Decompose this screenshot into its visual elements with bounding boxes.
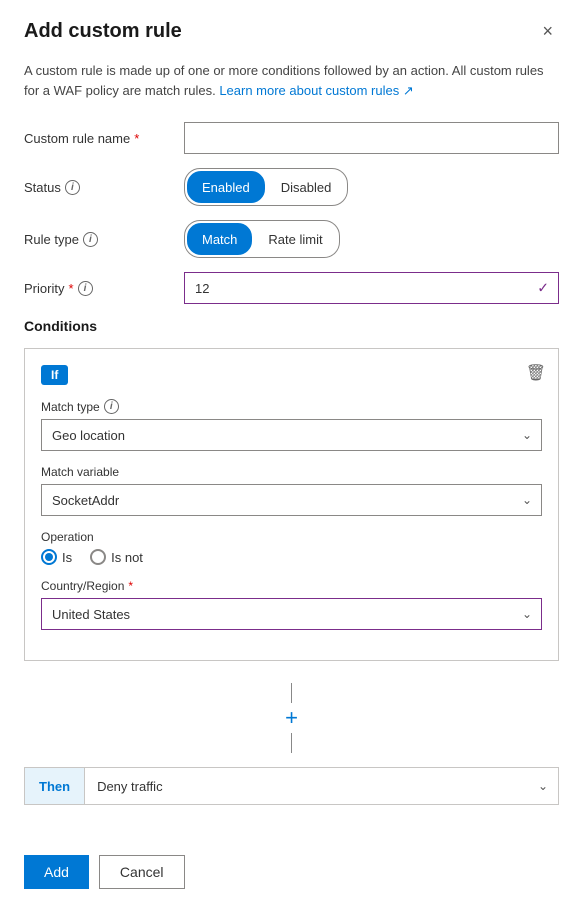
match-type-info-icon[interactable]: i bbox=[104, 399, 119, 414]
priority-input-wrap: ✓ bbox=[184, 272, 559, 304]
match-type-group: Match type i Geo location IP address HTT… bbox=[41, 399, 542, 451]
then-badge: Then bbox=[25, 768, 85, 804]
custom-rule-name-control bbox=[184, 122, 559, 154]
condition-box: If 🗑 Match type i Geo location IP addres… bbox=[24, 348, 559, 661]
priority-check-icon: ✓ bbox=[537, 280, 549, 297]
match-variable-select-wrap: SocketAddr RemoteAddr ⌄ bbox=[41, 484, 542, 516]
external-link-icon: ↗ bbox=[403, 83, 414, 98]
match-variable-select[interactable]: SocketAddr RemoteAddr bbox=[41, 484, 542, 516]
priority-control: ✓ bbox=[184, 272, 559, 304]
dialog-title: Add custom rule bbox=[24, 20, 182, 43]
learn-more-link[interactable]: Learn more about custom rules ↗ bbox=[219, 83, 413, 98]
operation-is-not-radio[interactable] bbox=[90, 549, 106, 565]
country-region-select-wrap: United States Canada United Kingdom ⌄ bbox=[41, 598, 542, 630]
connector-line-bottom bbox=[291, 733, 292, 753]
conditions-section-title: Conditions bbox=[24, 318, 559, 334]
add-button[interactable]: Add bbox=[24, 855, 89, 889]
custom-rule-name-row: Custom rule name * bbox=[24, 122, 559, 154]
then-action-select[interactable]: Deny traffic Allow traffic Log bbox=[85, 768, 558, 804]
rule-type-match-button[interactable]: Match bbox=[187, 223, 252, 255]
custom-rule-name-label: Custom rule name * bbox=[24, 131, 184, 146]
description-text: A custom rule is made up of one or more … bbox=[24, 61, 559, 100]
operation-is-not-option[interactable]: Is not bbox=[90, 549, 143, 565]
match-type-label: Match type i bbox=[41, 399, 542, 414]
rule-type-info-icon[interactable]: i bbox=[83, 232, 98, 247]
status-row: Status i Enabled Disabled bbox=[24, 168, 559, 206]
if-badge: If bbox=[41, 365, 68, 385]
match-type-select-wrap: Geo location IP address HTTP header HTTP… bbox=[41, 419, 542, 451]
country-region-select[interactable]: United States Canada United Kingdom bbox=[41, 598, 542, 630]
priority-row: Priority * i ✓ bbox=[24, 272, 559, 304]
country-region-group: Country/Region * United States Canada Un… bbox=[41, 579, 542, 630]
country-region-label: Country/Region * bbox=[41, 579, 542, 593]
connector-area: + bbox=[24, 673, 559, 763]
operation-group: Operation Is Is not bbox=[41, 530, 542, 565]
add-custom-rule-dialog: Add custom rule × A custom rule is made … bbox=[0, 0, 583, 913]
operation-is-option[interactable]: Is bbox=[41, 549, 72, 565]
rule-type-row: Rule type i Match Rate limit bbox=[24, 220, 559, 258]
status-toggle-group: Enabled Disabled bbox=[184, 168, 348, 206]
country-region-required: * bbox=[128, 579, 133, 593]
status-enabled-button[interactable]: Enabled bbox=[187, 171, 265, 203]
priority-label: Priority * i bbox=[24, 281, 184, 296]
cancel-button[interactable]: Cancel bbox=[99, 855, 185, 889]
priority-info-icon[interactable]: i bbox=[78, 281, 93, 296]
status-control: Enabled Disabled bbox=[184, 168, 559, 206]
priority-required: * bbox=[68, 281, 73, 296]
status-disabled-button[interactable]: Disabled bbox=[267, 171, 346, 203]
rule-type-toggle-group: Match Rate limit bbox=[184, 220, 340, 258]
rule-type-label: Rule type i bbox=[24, 232, 184, 247]
priority-input[interactable] bbox=[184, 272, 559, 304]
then-row: Then Deny traffic Allow traffic Log ⌄ bbox=[24, 767, 559, 805]
required-indicator: * bbox=[134, 131, 139, 146]
delete-condition-button[interactable]: 🗑 bbox=[526, 363, 546, 383]
then-select-wrap: Deny traffic Allow traffic Log ⌄ bbox=[85, 768, 558, 804]
status-info-icon[interactable]: i bbox=[65, 180, 80, 195]
match-variable-group: Match variable SocketAddr RemoteAddr ⌄ bbox=[41, 465, 542, 516]
status-label: Status i bbox=[24, 180, 184, 195]
operation-radio-group: Is Is not bbox=[41, 549, 542, 565]
close-button[interactable]: × bbox=[536, 20, 559, 42]
add-condition-button[interactable]: + bbox=[277, 703, 307, 733]
connector-line-top bbox=[291, 683, 292, 703]
match-type-select[interactable]: Geo location IP address HTTP header HTTP… bbox=[41, 419, 542, 451]
rule-type-control: Match Rate limit bbox=[184, 220, 559, 258]
dialog-footer: Add Cancel bbox=[24, 845, 559, 889]
operation-is-radio[interactable] bbox=[41, 549, 57, 565]
dialog-header: Add custom rule × bbox=[24, 20, 559, 43]
match-variable-label: Match variable bbox=[41, 465, 542, 479]
custom-rule-name-input[interactable] bbox=[184, 122, 559, 154]
rule-type-rate-limit-button[interactable]: Rate limit bbox=[254, 223, 336, 255]
operation-label: Operation bbox=[41, 530, 542, 544]
